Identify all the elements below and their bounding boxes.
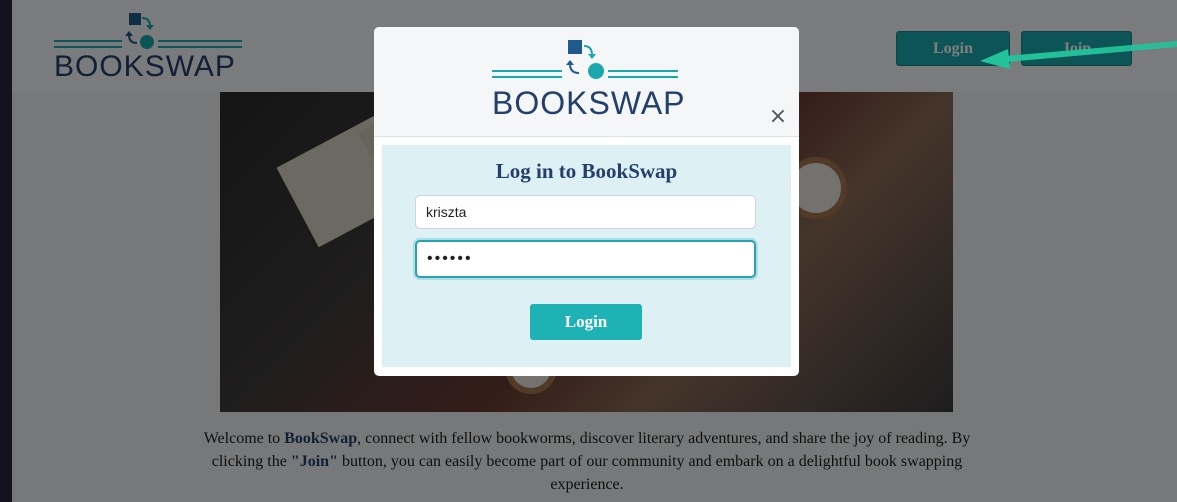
close-icon[interactable]: × [766,105,790,129]
modal-title: Log in to BookSwap [495,159,678,183]
login-modal: BOOKSWAP × Log in to BookSwap Login [374,27,799,376]
modal-logo-wordmark: BOOKSWAP [492,85,686,121]
modal-header: BOOKSWAP × [374,27,799,137]
username-input[interactable] [415,195,756,229]
login-submit-button[interactable]: Login [530,304,642,340]
password-input[interactable] [415,240,756,278]
modal-body: Log in to BookSwap Login [382,145,791,367]
modal-logo: BOOKSWAP [492,39,686,129]
pointer-arrow-icon [980,41,1177,69]
modal-logo-swap-icon [492,40,678,79]
